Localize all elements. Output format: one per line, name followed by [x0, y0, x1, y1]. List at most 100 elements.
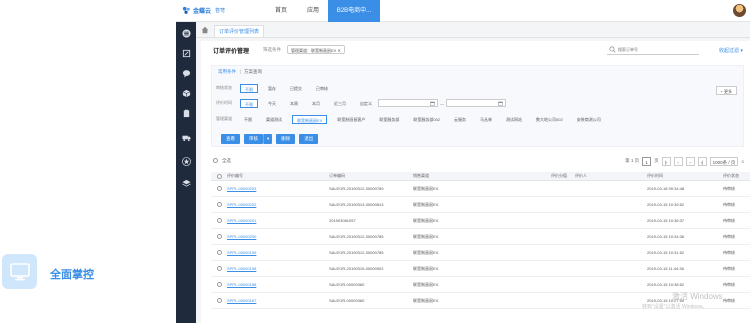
collapse-filter-link[interactable]: 收起过滤 ▾ [719, 47, 743, 54]
row-select[interactable] [213, 213, 225, 228]
layers-icon[interactable] [181, 178, 191, 188]
row-radio[interactable] [216, 202, 222, 207]
table-row[interactable]: SPPL-00000199 SALEOR-20190312-00000785 联宽制… [211, 245, 750, 261]
column-header[interactable]: 评价状态 [723, 172, 750, 180]
table-row[interactable]: SPPL-00000198 SALEOR-20190315-00000902 联宽制… [211, 261, 750, 277]
row-radio[interactable] [216, 298, 222, 303]
logo[interactable]: 金蝶云 苍穹 [182, 6, 225, 15]
channel-option[interactable]: 马丛林 [476, 115, 496, 124]
page-size-select[interactable]: 1000条 / 页 [709, 156, 739, 166]
edit-icon[interactable] [181, 48, 191, 58]
chat-icon[interactable] [181, 68, 191, 78]
chevron-down-icon[interactable]: ▾ [263, 134, 273, 144]
eval-code-link[interactable]: SPPL-00000187 [227, 293, 321, 308]
prev-page-icon[interactable]: ‹ [673, 156, 683, 166]
date-option[interactable]: 本周 [286, 99, 302, 108]
row-radio[interactable] [216, 250, 222, 255]
row-select[interactable] [213, 229, 225, 244]
start-date-input[interactable] [378, 99, 438, 107]
settings-icon[interactable]: ≡ [741, 159, 744, 164]
status-option[interactable]: 已审核 [312, 84, 332, 93]
common-conditions-label[interactable]: 常用条件 [218, 69, 236, 75]
status-option[interactable]: 已提交 [286, 84, 306, 93]
search-icon[interactable] [609, 46, 616, 53]
eval-code-link-text[interactable]: SPPL-00000187 [227, 298, 256, 303]
row-select[interactable] [213, 293, 225, 308]
table-row[interactable]: SPPL-00000203 SALEOR-20190312-00000789 联宽制… [211, 181, 750, 197]
channel-option[interactable]: 联宽服务部 [375, 115, 403, 124]
date-option[interactable]: 近三月 [330, 99, 350, 108]
eval-code-link-text[interactable]: SPPL-00000202 [227, 202, 256, 207]
eval-code-link-text[interactable]: SPPL-00000198 [227, 266, 256, 271]
nav-b2b-center[interactable]: B2B电商中... [328, 0, 380, 22]
eval-code-link[interactable]: SPPL-00000199 [227, 245, 321, 260]
row-radio[interactable] [216, 234, 222, 239]
nav-apps[interactable]: 应用 [302, 0, 324, 22]
row-select[interactable] [213, 245, 225, 260]
status-option[interactable]: 暂存 [264, 84, 280, 93]
header-select[interactable] [213, 172, 225, 180]
column-header[interactable]: 评价编号 [227, 172, 321, 180]
tab-order-evaluation-list[interactable]: 订单评价管理列表 [214, 25, 265, 37]
more-filters-button[interactable]: + 更多 [715, 86, 737, 95]
channel-option[interactable]: 不限 [240, 115, 256, 124]
date-option-custom[interactable]: 自定义 [356, 99, 376, 108]
channel-option[interactable]: 联宽制画鼠客户 [333, 115, 369, 124]
row-radio[interactable] [216, 186, 222, 191]
table-row[interactable]: SPPL-00000202 SALEOR-20190313-00000813 联宽制… [211, 197, 750, 213]
date-option[interactable]: 本月 [308, 99, 324, 108]
star-icon[interactable] [181, 156, 191, 166]
eval-code-link-text[interactable]: SPPL-00000199 [227, 250, 256, 255]
table-row[interactable]: SPPL-00000201 201903081057 联宽制画鼠EX 2019-03-… [211, 213, 750, 229]
eval-code-link[interactable]: SPPL-00000201 [227, 213, 321, 228]
row-radio[interactable] [216, 218, 222, 223]
eval-code-link[interactable]: SPPL-00000188 [227, 277, 321, 292]
menu-icon[interactable] [181, 28, 191, 38]
clipboard-icon[interactable] [181, 108, 191, 118]
row-select[interactable] [213, 181, 225, 196]
delete-button[interactable]: 删除 [276, 134, 296, 144]
search-input[interactable] [618, 45, 696, 54]
row-select[interactable] [213, 197, 225, 212]
status-option[interactable]: 不限 [240, 83, 258, 93]
channel-option[interactable]: 渠道测试 [262, 115, 286, 124]
channel-option[interactable]: 联宽制画鼠EX [292, 114, 328, 124]
channel-option[interactable]: 联宽服务部002 [409, 115, 444, 124]
date-option[interactable]: 不限 [240, 98, 258, 108]
exit-button[interactable]: 退出 [299, 134, 319, 144]
select-all-checkbox[interactable] [213, 158, 218, 163]
audit-button[interactable]: 审核 [244, 134, 263, 144]
header-radio[interactable] [216, 173, 222, 179]
column-header[interactable]: 评价分值 [493, 172, 571, 180]
column-header[interactable]: 销售渠道 [413, 172, 491, 180]
table-row[interactable]: SPPL-00000188 SALEOR-00000360 联宽制画鼠EX 2019-… [211, 277, 750, 293]
cube-icon[interactable] [181, 88, 191, 98]
column-header[interactable]: 订单编码 [329, 172, 411, 180]
eval-code-link-text[interactable]: SPPL-00000201 [227, 218, 256, 223]
date-option[interactable]: 今天 [264, 99, 280, 108]
row-radio[interactable] [216, 282, 222, 287]
nav-home[interactable]: 首页 [270, 0, 292, 22]
page-number-input[interactable]: 1 [642, 156, 652, 166]
query-button[interactable]: 查看 [221, 134, 240, 144]
end-date-input[interactable] [446, 99, 506, 107]
row-radio[interactable] [216, 266, 222, 271]
scheme-query-label[interactable]: 方案查询 [244, 69, 262, 75]
eval-code-link[interactable]: SPPL-00000200 [227, 229, 321, 244]
channel-option[interactable]: 安装商测公司 [573, 115, 605, 124]
truck-icon[interactable] [181, 132, 191, 142]
filter-chip[interactable]: 管理渠道：联宽制画鼠EX ✕ [287, 45, 345, 54]
first-page-icon[interactable]: |‹ [661, 156, 671, 166]
table-row[interactable]: SPPL-00000200 SALEOR-20190312-00000785 联宽制… [211, 229, 750, 245]
channel-option[interactable]: 云服务 [450, 115, 470, 124]
eval-code-link-text[interactable]: SPPL-00000200 [227, 234, 256, 239]
channel-option[interactable]: 测试网站 [502, 115, 526, 124]
next-page-icon[interactable]: › [685, 156, 695, 166]
eval-code-link[interactable]: SPPL-00000202 [227, 197, 321, 212]
channel-option[interactable]: 数大地公司002 [532, 115, 567, 124]
column-header[interactable]: 评价时间 [647, 172, 719, 180]
last-page-icon[interactable]: ›| [697, 156, 707, 166]
eval-code-link[interactable]: SPPL-00000203 [227, 181, 321, 196]
row-select[interactable] [213, 261, 225, 276]
eval-code-link-text[interactable]: SPPL-00000203 [227, 186, 256, 191]
